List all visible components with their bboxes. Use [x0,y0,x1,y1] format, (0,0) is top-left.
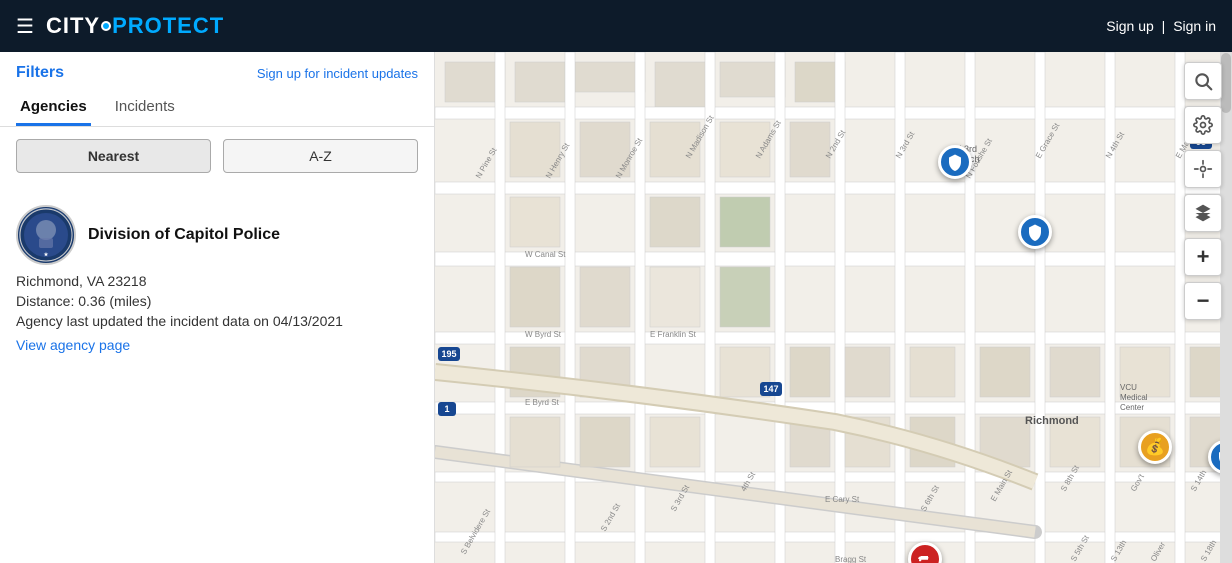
map-pin-incident-bag[interactable]: 💰 [1138,430,1172,464]
agency-address: Richmond, VA 23218 [16,273,418,289]
main-content: Filters Sign up for incident updates Age… [0,52,1232,563]
svg-text:E Byrd St: E Byrd St [525,398,560,407]
svg-text:VCU: VCU [1120,383,1137,392]
map-canvas: N Pine St N Henry St N Monroe St N Madis… [435,52,1232,563]
svg-text:Medical: Medical [1120,393,1148,402]
map-settings-button[interactable] [1184,106,1222,144]
svg-text:Richmond: Richmond [1025,415,1079,427]
map-controls: + − [1184,62,1222,320]
agency-header: ★ Division of Capitol Police [16,205,418,265]
svg-text:W Byrd St: W Byrd St [525,330,562,339]
map-scrollbar-thumb[interactable] [1221,53,1231,113]
menu-icon[interactable]: ☰ [16,14,34,39]
tabs-bar: Agencies Incidents [0,82,434,127]
svg-text:★: ★ [44,252,49,258]
agency-badge-svg: ★ [19,208,73,262]
agency-list: ★ Division of Capitol Police Richmond, V… [0,185,434,563]
map-pin-police-1[interactable] [938,145,972,179]
signup-incident-updates-link[interactable]: Sign up for incident updates [257,66,418,81]
agency-last-updated: Agency last updated the incident data on… [16,313,418,329]
map-zoom-out-button[interactable]: − [1184,282,1222,320]
filters-label: Filters [16,64,64,82]
logo-protect-text: PROTECT [112,13,224,39]
sidebar-top: Filters Sign up for incident updates [0,52,434,82]
logo: CITY PROTECT [46,13,224,39]
svg-text:195: 195 [441,349,456,359]
map-pin-weapon[interactable] [908,542,942,563]
signup-link-header[interactable]: Sign up [1106,18,1153,34]
sort-buttons: Nearest A-Z [0,127,434,185]
agency-badge: ★ [16,205,76,265]
map-zoom-in-button[interactable]: + [1184,238,1222,276]
svg-text:E Cary St: E Cary St [825,495,860,504]
sidebar: Filters Sign up for incident updates Age… [0,52,435,563]
agency-badge-inner: ★ [19,208,73,262]
auth-links: Sign up | Sign in [1106,18,1216,34]
sort-nearest-button[interactable]: Nearest [16,139,211,173]
app-header: ☰ CITY PROTECT Sign up | Sign in [0,0,1232,52]
logo-dot-icon [101,21,111,31]
map-location-button[interactable] [1184,150,1222,188]
agency-distance: Distance: 0.36 (miles) [16,293,418,309]
map-layer-button[interactable] [1184,194,1222,232]
map-pin-police-2[interactable] [1018,215,1052,249]
svg-text:W Canal St: W Canal St [525,250,566,259]
header-left: ☰ CITY PROTECT [16,13,224,39]
agency-name: Division of Capitol Police [88,226,280,244]
tab-agencies[interactable]: Agencies [16,90,91,126]
sort-az-button[interactable]: A-Z [223,139,418,173]
tab-incidents[interactable]: Incidents [111,90,179,126]
logo-city-text: CITY [46,13,100,39]
agency-card: ★ Division of Capitol Police Richmond, V… [16,193,418,365]
svg-text:1: 1 [444,404,449,414]
auth-divider: | [1162,18,1166,34]
svg-text:E Franklin St: E Franklin St [650,330,697,339]
map-area[interactable]: N Pine St N Henry St N Monroe St N Madis… [435,52,1232,563]
view-agency-page-link[interactable]: View agency page [16,337,418,353]
map-search-button[interactable] [1184,62,1222,100]
svg-text:Center: Center [1120,403,1144,412]
signin-link[interactable]: Sign in [1173,18,1216,34]
svg-text:147: 147 [763,384,778,394]
svg-text:Bragg St: Bragg St [835,555,867,563]
